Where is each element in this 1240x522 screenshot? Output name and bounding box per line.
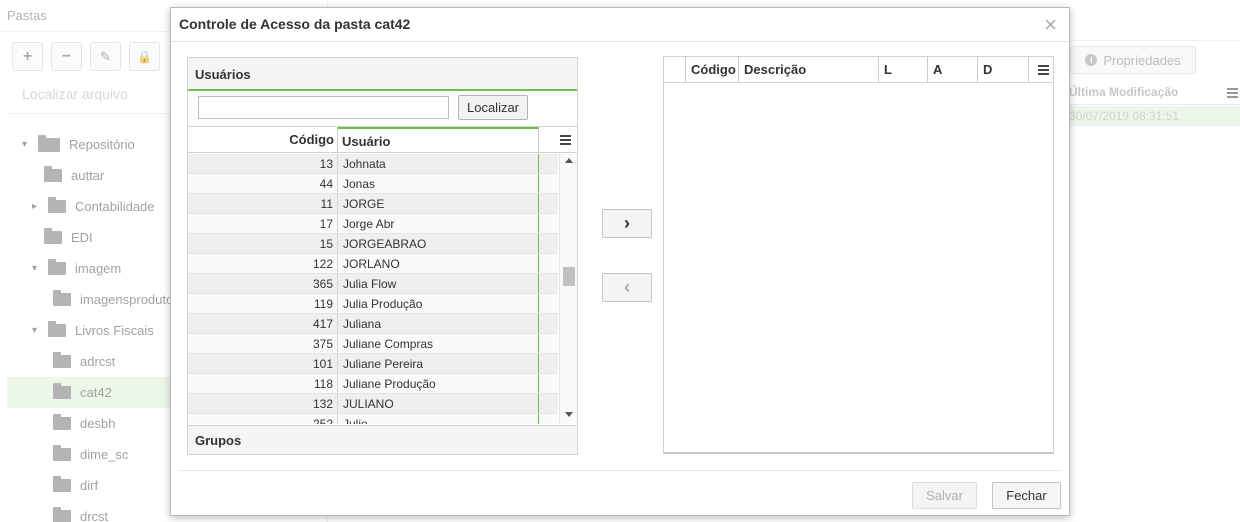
user-row[interactable]: 132 JULIANO <box>188 394 558 414</box>
user-row[interactable]: 17 Jorge Abr <box>188 214 558 234</box>
user-code: 13 <box>188 154 338 173</box>
scroll-thumb[interactable] <box>563 267 575 286</box>
user-row[interactable]: 375 Juliane Compras <box>188 334 558 354</box>
users-panel-header[interactable]: Usuários <box>188 58 577 91</box>
user-row[interactable]: 252 Julie <box>188 414 558 424</box>
column-menu-icon[interactable] <box>560 135 571 147</box>
user-row[interactable]: 44 Jonas <box>188 174 558 194</box>
column-header-d[interactable]: D <box>978 57 1029 82</box>
page: Pastas + − ✎ 🔒 Localizar arquivo ▾ Repos… <box>0 0 1240 522</box>
user-code: 417 <box>188 314 338 333</box>
remove-permission-button[interactable]: ‹ <box>602 273 652 302</box>
chevron-right-icon: › <box>624 213 630 233</box>
divider <box>179 470 1061 471</box>
column-menu-icon[interactable] <box>1038 65 1049 77</box>
access-control-dialog: Controle de Acesso da pasta cat42 × Usuá… <box>170 7 1070 516</box>
user-name: JORGEABRAO <box>338 234 539 253</box>
user-name: Juliane Pereira <box>338 354 539 373</box>
user-code: 15 <box>188 234 338 253</box>
user-code: 101 <box>188 354 338 373</box>
users-scrollbar[interactable] <box>559 154 577 424</box>
users-grid-header: Código Usuário <box>188 126 577 153</box>
groups-panel-header[interactable]: Grupos <box>188 425 577 454</box>
user-name: Juliana <box>338 314 539 333</box>
user-name: Juliane Produção <box>338 374 539 393</box>
add-permission-button[interactable]: › <box>602 209 652 238</box>
permissions-grid: Código Descrição L A D <box>663 56 1054 454</box>
permissions-grid-header: Código Descrição L A D <box>664 57 1053 83</box>
user-code: 118 <box>188 374 338 393</box>
user-name: JORGE <box>338 194 539 213</box>
find-button[interactable]: Localizar <box>458 95 528 120</box>
user-code: 119 <box>188 294 338 313</box>
user-name: Juliane Compras <box>338 334 539 353</box>
user-code: 44 <box>188 174 338 193</box>
column-header-description[interactable]: Descrição <box>739 57 879 82</box>
user-name: Jorge Abr <box>338 214 539 233</box>
column-header-code[interactable]: Código <box>188 127 338 152</box>
user-row[interactable]: 119 Julia Produção <box>188 294 558 314</box>
scroll-up-icon[interactable] <box>565 158 573 163</box>
chevron-left-icon: ‹ <box>624 277 630 297</box>
user-row[interactable]: 101 Juliane Pereira <box>188 354 558 374</box>
dialog-title: Controle de Acesso da pasta cat42 <box>179 16 411 32</box>
column-header-code[interactable]: Código <box>686 57 739 82</box>
user-row[interactable]: 118 Juliane Produção <box>188 374 558 394</box>
column-header-l[interactable]: L <box>879 57 928 82</box>
user-code: 17 <box>188 214 338 233</box>
user-name: Julia Flow <box>338 274 539 293</box>
user-row[interactable]: 11 JORGE <box>188 194 558 214</box>
user-name: Julie <box>338 414 539 424</box>
column-header-select <box>664 57 686 82</box>
divider <box>171 41 1069 42</box>
user-code: 375 <box>188 334 338 353</box>
users-grid: 13 Johnata 44 Jonas 11 JORGE 17 Jorge Abr 15 JORG… <box>188 154 558 424</box>
user-code: 132 <box>188 394 338 413</box>
user-code: 365 <box>188 274 338 293</box>
column-header-user[interactable]: Usuário <box>338 127 539 152</box>
user-code: 122 <box>188 254 338 273</box>
user-row[interactable]: 417 Juliana <box>188 314 558 334</box>
user-code: 252 <box>188 414 338 424</box>
user-name: Jonas <box>338 174 539 193</box>
close-icon[interactable]: × <box>1044 12 1057 38</box>
scroll-down-icon[interactable] <box>565 412 573 417</box>
column-header-a[interactable]: A <box>928 57 978 82</box>
user-name: Julia Produção <box>338 294 539 313</box>
divider <box>664 452 1053 454</box>
close-button[interactable]: Fechar <box>992 482 1061 509</box>
user-row[interactable]: 15 JORGEABRAO <box>188 234 558 254</box>
user-name: Johnata <box>338 154 539 173</box>
save-button[interactable]: Salvar <box>912 482 977 509</box>
user-code: 11 <box>188 194 338 213</box>
user-search-input[interactable] <box>198 96 449 119</box>
user-row[interactable]: 13 Johnata <box>188 154 558 174</box>
user-row[interactable]: 122 JORLANO <box>188 254 558 274</box>
user-name: JORLANO <box>338 254 539 273</box>
user-row[interactable]: 365 Julia Flow <box>188 274 558 294</box>
user-name: JULIANO <box>338 394 539 413</box>
users-panel: Usuários Localizar Código Usuário 13 John… <box>187 57 578 455</box>
